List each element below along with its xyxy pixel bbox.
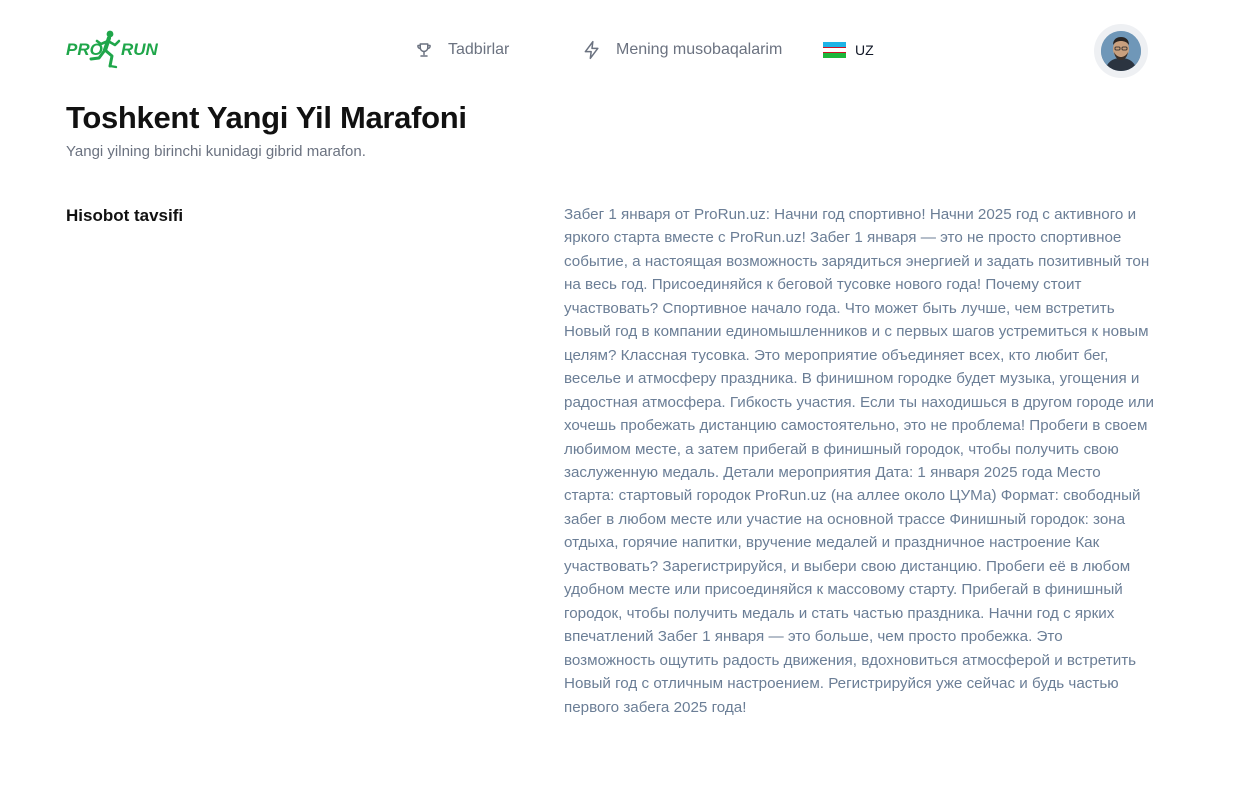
prorun-logo-icon: PRO RUN (66, 30, 159, 69)
report-description-text: Забег 1 января от ProRun.uz: Начни год с… (564, 206, 1154, 716)
lightning-icon (582, 39, 602, 61)
user-avatar-button[interactable] (1094, 24, 1148, 78)
uzbekistan-flag-icon (823, 42, 846, 58)
nav-my-competitions-label: Mening musobaqalarim (616, 41, 783, 58)
nav-events[interactable]: Tadbirlar (414, 36, 509, 64)
page: PRO RUN Tadbirlar Mening musobaqalarim U… (0, 0, 1236, 788)
top-navbar: PRO RUN Tadbirlar Mening musobaqalarim U… (0, 0, 1236, 100)
page-title: Toshkent Yangi Yil Marafoni (66, 100, 467, 135)
logo-text-run: RUN (121, 40, 159, 59)
prorun-logo[interactable]: PRO RUN (66, 28, 162, 72)
report-description-label: Hisobot tavsifi (66, 206, 184, 225)
nav-events-label: Tadbirlar (448, 41, 510, 58)
nav-my-competitions[interactable]: Mening musobaqalarim (582, 36, 782, 64)
trophy-icon (414, 39, 434, 61)
avatar (1101, 31, 1141, 71)
language-code: UZ (855, 42, 874, 58)
page-subtitle: Yangi yilning birinchi kunidagi gibrid m… (66, 143, 366, 160)
language-selector[interactable]: UZ (823, 38, 874, 62)
